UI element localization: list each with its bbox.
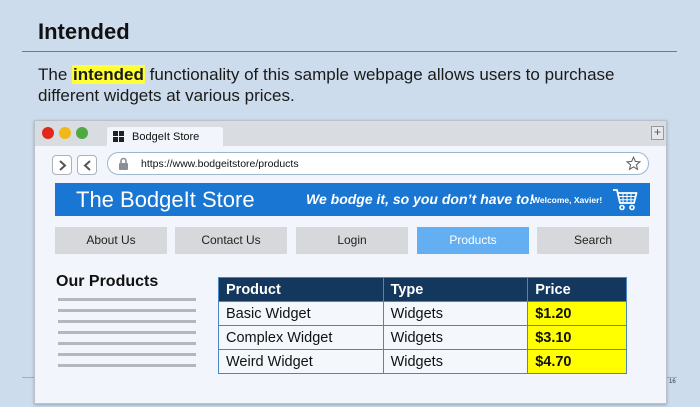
browser-tab[interactable]: BodgeIt Store <box>107 127 223 146</box>
browser-window: BodgeIt Store + https://www.bodgeitstore… <box>34 120 667 404</box>
product-name-cell[interactable]: Basic Widget <box>218 301 384 326</box>
nav-search[interactable]: Search <box>537 227 649 254</box>
forward-button[interactable] <box>52 155 72 175</box>
products-table: Product Type Price Basic Widget Widgets … <box>218 277 627 374</box>
product-name-cell[interactable]: Weird Widget <box>218 349 384 374</box>
placeholder-line <box>58 331 196 334</box>
product-price-cell: $1.20 <box>527 301 627 326</box>
slide-title: Intended <box>38 19 130 44</box>
app-grid-icon <box>113 131 124 142</box>
product-price-cell: $3.10 <box>527 325 627 350</box>
nav-login[interactable]: Login <box>296 227 408 254</box>
table-row: Basic Widget Widgets $1.20 <box>218 301 627 326</box>
product-type-cell: Widgets <box>382 349 529 374</box>
browser-tab-bar: BodgeIt Store + <box>35 121 666 146</box>
address-bar[interactable]: https://www.bodgeitstore/products <box>107 152 649 175</box>
new-tab-button[interactable]: + <box>651 126 664 140</box>
star-icon[interactable] <box>626 156 641 171</box>
lock-icon <box>119 157 128 170</box>
placeholder-line <box>58 298 196 301</box>
browser-tab-label: BodgeIt Store <box>132 131 200 143</box>
chevron-left-icon <box>83 160 91 171</box>
placeholder-line <box>58 364 196 367</box>
table-header-row: Product Type Price <box>218 277 627 302</box>
slide-body-text: The intended functionality of this sampl… <box>38 64 668 106</box>
product-price-cell: $4.70 <box>527 349 627 374</box>
close-window-button[interactable] <box>42 127 54 139</box>
maximize-window-button[interactable] <box>76 127 88 139</box>
placeholder-line <box>58 342 196 345</box>
title-divider <box>22 51 677 52</box>
placeholder-line <box>58 309 196 312</box>
minimize-window-button[interactable] <box>59 127 71 139</box>
placeholder-line <box>58 353 196 356</box>
shopping-cart-icon[interactable] <box>612 187 638 211</box>
nav-products[interactable]: Products <box>417 227 529 254</box>
slide: Intended The intended functionality of t… <box>0 0 700 407</box>
store-name[interactable]: The BodgeIt Store <box>76 187 255 213</box>
nav-about-us[interactable]: About Us <box>55 227 167 254</box>
store-tagline: We bodge it, so you don’t have to! <box>306 191 534 207</box>
nav-contact-us[interactable]: Contact Us <box>175 227 287 254</box>
product-name-cell[interactable]: Complex Widget <box>218 325 384 350</box>
url-text: https://www.bodgeitstore/products <box>141 158 299 170</box>
product-type-cell: Widgets <box>382 325 529 350</box>
body-text-start: The <box>38 65 73 84</box>
page-number: 16 <box>669 379 676 385</box>
highlighted-word: intended <box>72 65 145 84</box>
placeholder-line <box>58 320 196 323</box>
products-heading: Our Products <box>56 273 159 290</box>
back-button[interactable] <box>77 155 97 175</box>
table-row: Complex Widget Widgets $3.10 <box>218 325 627 350</box>
site-header-banner: The BodgeIt Store We bodge it, so you do… <box>55 183 650 216</box>
chevron-right-icon <box>59 160 67 171</box>
column-header-type: Type <box>382 277 529 302</box>
column-header-price: Price <box>527 277 627 302</box>
product-type-cell: Widgets <box>382 301 529 326</box>
table-row: Weird Widget Widgets $4.70 <box>218 349 627 374</box>
welcome-message: Welcome, Xavier! <box>532 195 603 205</box>
column-header-product: Product <box>218 277 384 302</box>
